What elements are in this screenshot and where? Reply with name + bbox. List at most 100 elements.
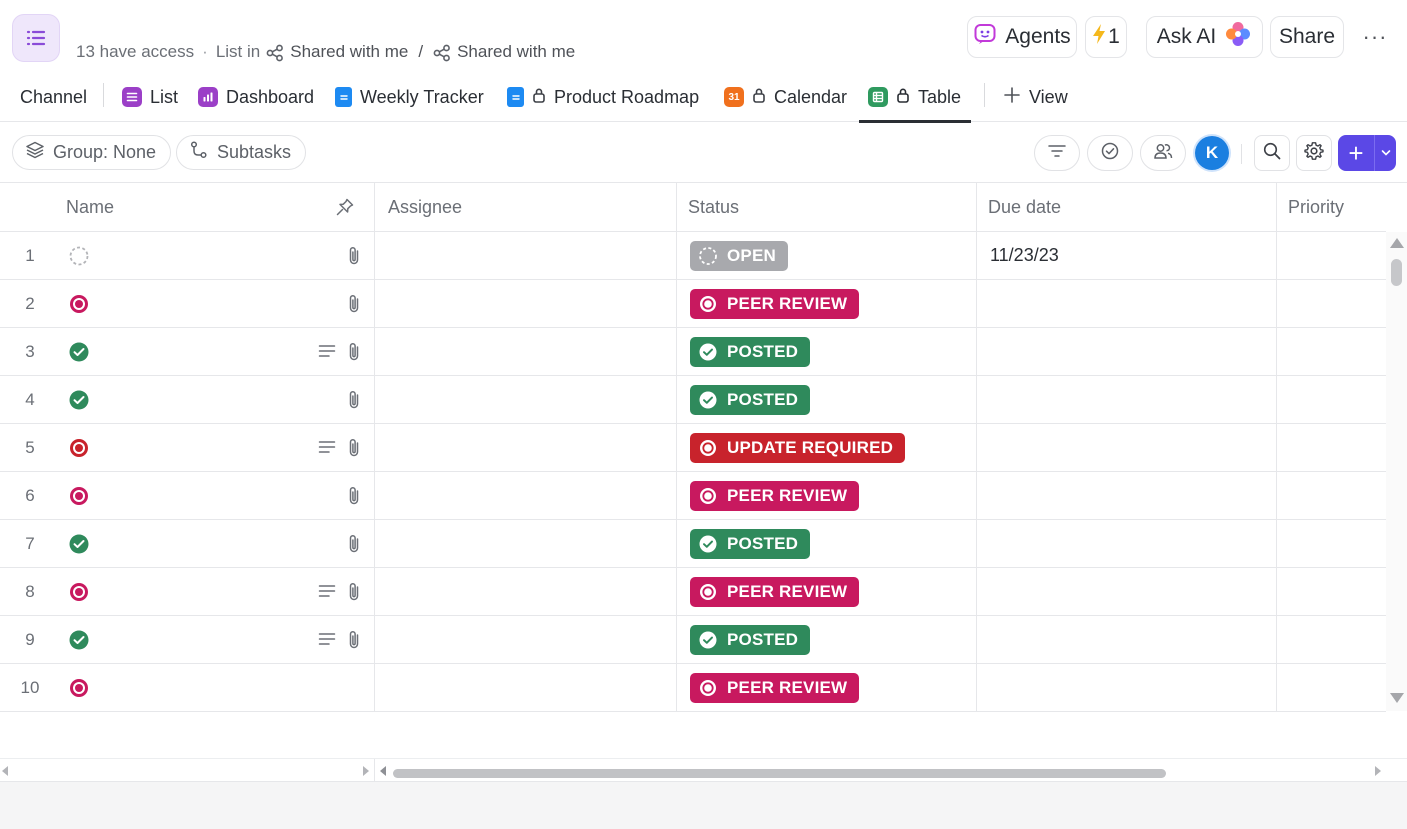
table-row[interactable]: 9 POSTED xyxy=(0,616,1386,664)
scroll-left-arrow-icon[interactable] xyxy=(380,766,386,776)
search-button[interactable] xyxy=(1254,135,1290,171)
tab-weekly-tracker[interactable]: Weekly Tracker xyxy=(335,72,484,122)
attachment-icon[interactable] xyxy=(345,533,363,555)
status-label: PEER REVIEW xyxy=(727,486,848,505)
tab-product-roadmap[interactable]: Product Roadmap xyxy=(507,72,699,122)
status-posted-icon[interactable] xyxy=(68,389,90,411)
column-header-name[interactable]: Name xyxy=(66,183,114,231)
ask-ai-button[interactable]: Ask AI xyxy=(1146,16,1263,58)
status-label: POSTED xyxy=(727,534,799,553)
attachment-icon[interactable] xyxy=(345,245,363,267)
access-text[interactable]: 13 have access xyxy=(76,42,194,62)
scroll-left-arrow-icon[interactable] xyxy=(2,766,8,776)
status-peer-review-icon[interactable] xyxy=(68,293,90,315)
filter-button[interactable] xyxy=(1034,135,1080,171)
description-icon xyxy=(318,441,336,453)
footer-area xyxy=(0,782,1407,829)
status-peer-review-icon xyxy=(698,294,718,314)
automations-button[interactable]: 1 xyxy=(1085,16,1127,58)
tab-divider xyxy=(103,83,104,107)
due-date[interactable]: 11/23/23 xyxy=(990,232,1059,279)
list-icon[interactable] xyxy=(12,14,60,62)
toolbar-divider xyxy=(1241,144,1242,164)
tab-dashboard[interactable]: Dashboard xyxy=(198,72,314,122)
status-badge[interactable]: PEER REVIEW xyxy=(690,673,860,703)
gear-icon xyxy=(1304,141,1324,166)
breadcrumb-item-shared-2[interactable]: Shared with me xyxy=(457,42,575,62)
scroll-down-arrow-icon[interactable] xyxy=(1390,693,1404,703)
status-badge[interactable]: OPEN xyxy=(690,241,788,271)
share-tree-icon xyxy=(266,42,284,62)
tab-list[interactable]: List xyxy=(122,72,178,122)
table-row[interactable]: 8 PEER REVIEW xyxy=(0,568,1386,616)
scrollbar-thumb[interactable] xyxy=(1391,259,1402,286)
column-header-priority[interactable]: Priority xyxy=(1288,183,1344,231)
table-row[interactable]: 6 PEER REVIEW xyxy=(0,472,1386,520)
add-task-button[interactable]: + xyxy=(1338,135,1396,171)
status-peer-review-icon[interactable] xyxy=(68,485,90,507)
breadcrumb-item-shared-1[interactable]: Shared with me xyxy=(290,42,408,62)
tab-channel[interactable]: Channel xyxy=(20,72,87,122)
row-number: 4 xyxy=(25,389,35,409)
status-posted-icon[interactable] xyxy=(68,341,90,363)
scrollbar-thumb[interactable] xyxy=(393,769,1166,778)
vertical-scrollbar[interactable] xyxy=(1386,232,1407,711)
table-row[interactable]: 3 POSTED xyxy=(0,328,1386,376)
closed-tasks-button[interactable] xyxy=(1087,135,1133,171)
column-header-status[interactable]: Status xyxy=(688,183,739,231)
status-open-icon[interactable] xyxy=(68,245,90,267)
description-icon xyxy=(318,633,336,645)
tab-table[interactable]: Table xyxy=(859,72,971,123)
share-button[interactable]: Share xyxy=(1270,16,1344,58)
settings-button[interactable] xyxy=(1296,135,1332,171)
status-badge[interactable]: PEER REVIEW xyxy=(690,289,860,319)
doc-view-icon xyxy=(507,87,524,107)
scroll-right-arrow-icon[interactable] xyxy=(363,766,369,776)
attachment-icon[interactable] xyxy=(345,581,363,603)
scroll-up-arrow-icon[interactable] xyxy=(1390,238,1404,248)
status-badge[interactable]: PEER REVIEW xyxy=(690,577,860,607)
more-options-icon[interactable]: ··· xyxy=(1357,16,1393,58)
status-posted-icon[interactable] xyxy=(68,629,90,651)
table-row[interactable]: 1 OPEN 11/23/23 xyxy=(0,232,1386,280)
add-view-button[interactable]: View xyxy=(1003,72,1068,122)
agents-button[interactable]: Agents xyxy=(967,16,1077,58)
status-posted-icon xyxy=(698,342,718,362)
subtasks-button[interactable]: Subtasks xyxy=(176,135,307,170)
column-header-due-date[interactable]: Due date xyxy=(988,183,1061,231)
status-label: PEER REVIEW xyxy=(727,294,848,313)
column-header-assignee[interactable]: Assignee xyxy=(388,183,462,231)
chevron-down-icon[interactable] xyxy=(1374,135,1396,171)
attachment-icon[interactable] xyxy=(345,485,363,507)
status-badge[interactable]: POSTED xyxy=(690,385,811,415)
attachment-icon[interactable] xyxy=(345,389,363,411)
status-badge[interactable]: POSTED xyxy=(690,529,811,559)
table-row[interactable]: 10 PEER REVIEW xyxy=(0,664,1386,712)
status-badge[interactable]: POSTED xyxy=(690,625,811,655)
pin-icon[interactable] xyxy=(335,183,355,231)
table-row[interactable]: 2 PEER REVIEW xyxy=(0,280,1386,328)
horizontal-scrollbar[interactable] xyxy=(0,758,1407,782)
attachment-icon[interactable] xyxy=(345,341,363,363)
status-badge[interactable]: POSTED xyxy=(690,337,811,367)
attachment-icon[interactable] xyxy=(345,437,363,459)
status-badge[interactable]: UPDATE REQUIRED xyxy=(690,433,906,463)
table-row[interactable]: 4 POSTED xyxy=(0,376,1386,424)
attachment-icon[interactable] xyxy=(345,293,363,315)
list-in-label: List in xyxy=(215,42,261,61)
avatar[interactable]: K xyxy=(1195,136,1229,170)
table-row[interactable]: 7 POSTED xyxy=(0,520,1386,568)
scroll-right-arrow-icon[interactable] xyxy=(1375,766,1381,776)
table-row[interactable]: 5 UPDATE REQUIRED xyxy=(0,424,1386,472)
assignees-filter-button[interactable] xyxy=(1140,135,1186,171)
list-view-icon xyxy=(122,87,142,107)
status-update-required-icon[interactable] xyxy=(68,437,90,459)
group-by-button[interactable]: Group: None xyxy=(12,135,172,170)
status-posted-icon[interactable] xyxy=(68,533,90,555)
status-peer-review-icon[interactable] xyxy=(68,581,90,603)
attachment-icon[interactable] xyxy=(345,629,363,651)
status-peer-review-icon[interactable] xyxy=(68,677,90,699)
status-posted-icon xyxy=(698,630,718,650)
status-badge[interactable]: PEER REVIEW xyxy=(690,481,860,511)
tab-calendar[interactable]: 31 Calendar xyxy=(724,72,847,122)
